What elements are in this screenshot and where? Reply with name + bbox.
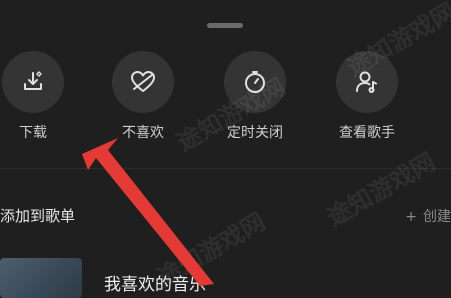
singer-icon [336, 51, 398, 113]
dislike-label: 不喜欢 [122, 125, 164, 141]
view-singer-button[interactable]: 查看歌手 [327, 51, 407, 142]
annotation-arrow [82, 138, 214, 286]
dislike-button[interactable]: 不喜欢 [103, 51, 183, 142]
download-icon [2, 51, 64, 113]
dislike-heart-icon [112, 51, 174, 113]
playlist-item-name[interactable]: 我喜欢的音乐 [104, 270, 206, 295]
create-playlist-label: 创建 [423, 209, 451, 225]
sleep-timer-button[interactable]: 定时关闭 [215, 51, 295, 142]
sleep-timer-label: 定时关闭 [227, 125, 283, 141]
drag-handle[interactable] [207, 23, 243, 28]
add-to-playlist-title: 添加到歌单 [0, 207, 76, 225]
download-button[interactable]: 下载 [0, 51, 73, 142]
download-label: 下载 [19, 125, 47, 141]
timer-icon [224, 51, 286, 113]
playlist-cover[interactable] [0, 258, 82, 298]
create-playlist-button[interactable]: + 创建 [405, 206, 451, 226]
divider [0, 168, 451, 169]
plus-icon: + [405, 209, 417, 225]
view-singer-label: 查看歌手 [339, 125, 395, 141]
